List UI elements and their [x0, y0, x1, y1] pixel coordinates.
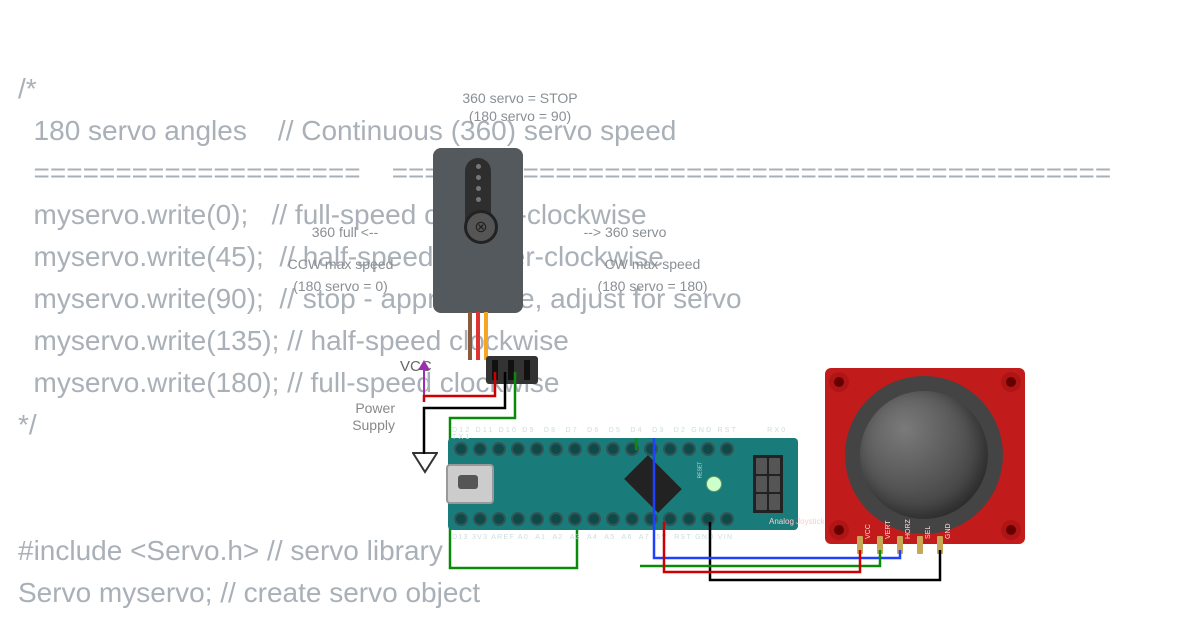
joy-pin-sel: SEL — [925, 526, 932, 539]
nano-pins-top — [454, 442, 734, 456]
joystick-module: Analog Joystick VCC VERT HORZ SEL GND — [825, 368, 1025, 544]
nano-bottom-labels: D13 3V3 AREF A0 A1 A2 A3 A4 A5 A6 A7 5V … — [452, 534, 733, 541]
circuit-diagram: ⊗ — [0, 0, 1200, 630]
joystick-title: Analog Joystick — [769, 517, 825, 526]
joystick-cap — [860, 391, 988, 519]
gnd-symbol-icon — [412, 452, 438, 474]
servo-connector — [486, 356, 538, 384]
mcu-chip — [624, 455, 682, 513]
servo-motor: ⊗ — [433, 148, 523, 323]
vcc-arrow-icon — [423, 370, 425, 400]
icsp-header — [753, 455, 783, 513]
joy-pin-vert: VERT — [885, 520, 892, 539]
usb-port — [446, 464, 494, 504]
arduino-nano: D12 D11 D10 D9 D8 D7 D6 D5 D4 D3 D2 GND … — [448, 438, 798, 530]
servo-body: ⊗ — [433, 148, 523, 313]
nano-pins-bottom — [454, 512, 734, 526]
nano-reset-label: RESET — [697, 462, 703, 479]
nano-top-labels: D12 D11 D10 D9 D8 D7 D6 D5 D4 D3 D2 GND … — [452, 427, 798, 441]
joy-pin-horz: HORZ — [905, 519, 912, 539]
joy-pin-gnd: GND — [945, 523, 952, 539]
servo-axis-icon: ⊗ — [464, 210, 498, 244]
joy-pin-vcc: VCC — [865, 524, 872, 539]
reset-button — [706, 476, 722, 492]
